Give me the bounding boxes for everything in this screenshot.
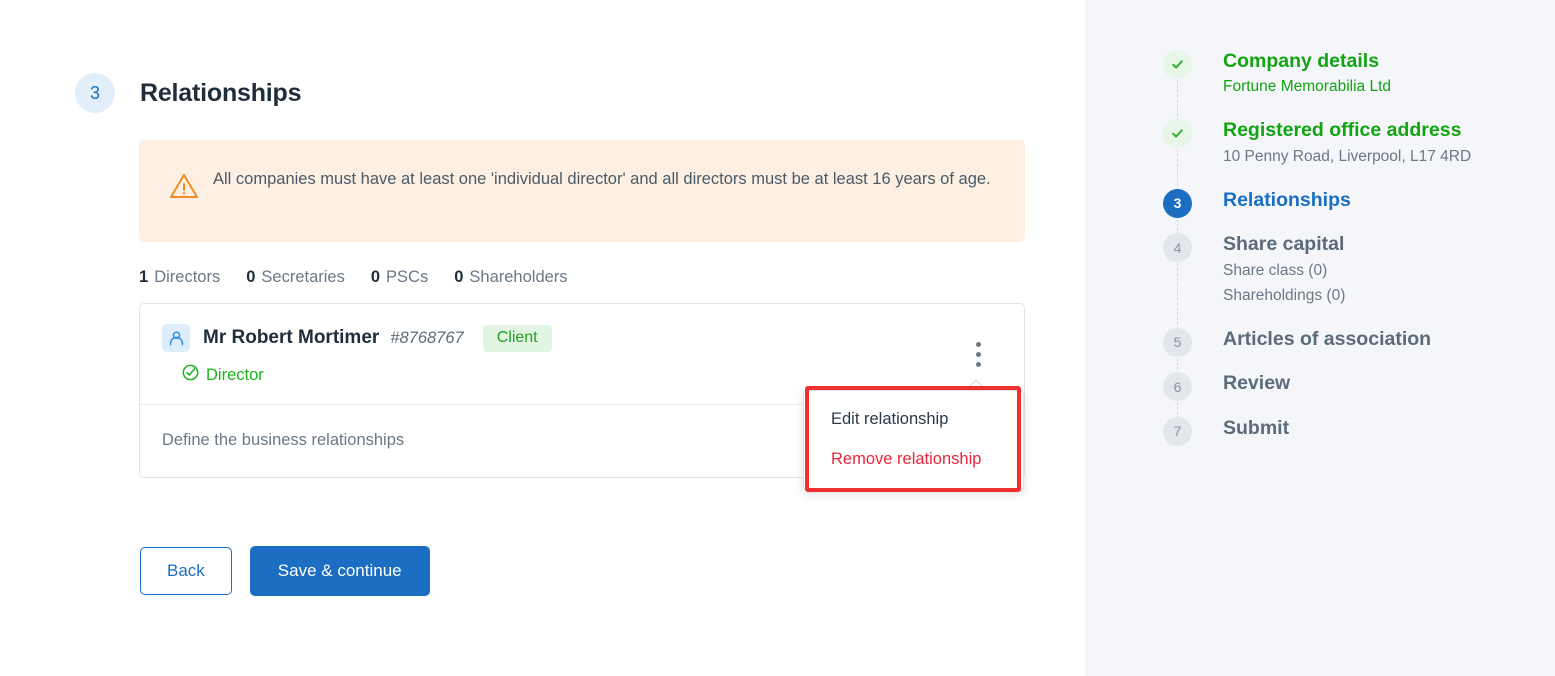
relationship-role: Director <box>182 364 1000 386</box>
sidebar-step-relationships[interactable]: 3 Relationships <box>1163 189 1533 233</box>
sidebar-step-registered-office-address[interactable]: Registered office address 10 Penny Road, … <box>1163 119 1533 188</box>
popover-panel: Edit relationship Remove relationship <box>803 390 1024 491</box>
sidebar-step-company-details[interactable]: Company details Fortune Memorabilia Ltd <box>1163 50 1533 119</box>
relationship-reference: #8768767 <box>390 329 463 348</box>
sidebar-step-detail: 10 Penny Road, Liverpool, L17 4RD <box>1223 146 1533 167</box>
sidebar-step-share-capital[interactable]: 4 Share capital Share class (0) Shareholdin… <box>1163 233 1533 327</box>
sidebar-step-label: Share capital <box>1223 233 1533 255</box>
kebab-menu-icon[interactable] <box>970 342 986 367</box>
sidebar-step-label: Company details <box>1223 50 1533 72</box>
count-directors-number: 1 <box>139 268 148 287</box>
count-pscs-number: 0 <box>371 268 380 287</box>
step-number-badge: 4 <box>1163 233 1192 262</box>
count-shareholders-label: Shareholders <box>469 268 567 287</box>
sidebar-step-label: Submit <box>1223 417 1533 439</box>
count-secretaries-label: Secretaries <box>261 268 344 287</box>
count-pscs-label: PSCs <box>386 268 428 287</box>
count-pscs: 0 PSCs <box>371 268 428 287</box>
step-number-badge: 3 <box>1163 189 1192 218</box>
sidebar-step-review[interactable]: 6 Review <box>1163 372 1533 416</box>
count-secretaries: 0 Secretaries <box>246 268 345 287</box>
warning-triangle-icon <box>169 172 199 204</box>
relationship-role-label: Director <box>206 366 264 385</box>
sidebar-step-label: Review <box>1223 372 1533 394</box>
sidebar-step-label: Relationships <box>1223 189 1533 211</box>
person-icon <box>162 324 190 352</box>
page-step-heading: 3 Relationships <box>75 73 301 113</box>
form-actions: Back Save & continue <box>140 546 430 596</box>
relationship-counts: 1 Directors 0 Secretaries 0 PSCs 0 Share… <box>139 268 568 287</box>
step-connector-line <box>1177 149 1178 190</box>
count-secretaries-number: 0 <box>246 268 255 287</box>
count-shareholders: 0 Shareholders <box>454 268 567 287</box>
sidebar-step-detail: Share class (0) <box>1223 260 1533 281</box>
menu-item-remove-relationship[interactable]: Remove relationship <box>804 440 1023 480</box>
status-badge: Client <box>483 325 552 352</box>
warning-alert-message: All companies must have at least one 'in… <box>213 168 991 191</box>
step-number-badge: 3 <box>75 73 115 113</box>
step-number-badge: 5 <box>1163 328 1192 357</box>
step-connector-line <box>1177 263 1178 329</box>
count-shareholders-number: 0 <box>454 268 463 287</box>
sidebar-step-articles-of-association[interactable]: 5 Articles of association <box>1163 328 1533 372</box>
save-and-continue-button[interactable]: Save & continue <box>250 546 430 596</box>
step-number-badge: 6 <box>1163 372 1192 401</box>
step-number-badge: 7 <box>1163 417 1192 446</box>
progress-sidebar: Company details Fortune Memorabilia Ltd Re… <box>1085 0 1555 676</box>
page-root: 3 Relationships All companies must have … <box>0 0 1555 676</box>
sidebar-step-detail: Fortune Memorabilia Ltd <box>1223 76 1533 97</box>
count-directors-label: Directors <box>154 268 220 287</box>
step-connector-line <box>1177 80 1178 121</box>
sidebar-step-label: Articles of association <box>1223 328 1533 350</box>
relationship-identity: Mr Robert Mortimer #8768767 Client <box>162 324 1000 352</box>
sidebar-step-submit[interactable]: 7Submit <box>1163 417 1533 439</box>
check-circle-icon <box>182 364 206 386</box>
progress-step-list: Company details Fortune Memorabilia Ltd Re… <box>1163 50 1533 439</box>
page-title: Relationships <box>140 79 301 108</box>
sidebar-step-label: Registered office address <box>1223 119 1533 141</box>
check-icon <box>1163 119 1192 148</box>
count-directors: 1 Directors <box>139 268 220 287</box>
relationship-name: Mr Robert Mortimer <box>203 327 379 349</box>
menu-item-edit-relationship[interactable]: Edit relationship <box>804 400 1023 440</box>
back-button[interactable]: Back <box>140 547 232 595</box>
warning-alert: All companies must have at least one 'in… <box>139 140 1025 242</box>
check-icon <box>1163 50 1192 79</box>
sidebar-step-detail: Shareholdings (0) <box>1223 285 1533 306</box>
main-content: 3 Relationships All companies must have … <box>0 0 1085 676</box>
